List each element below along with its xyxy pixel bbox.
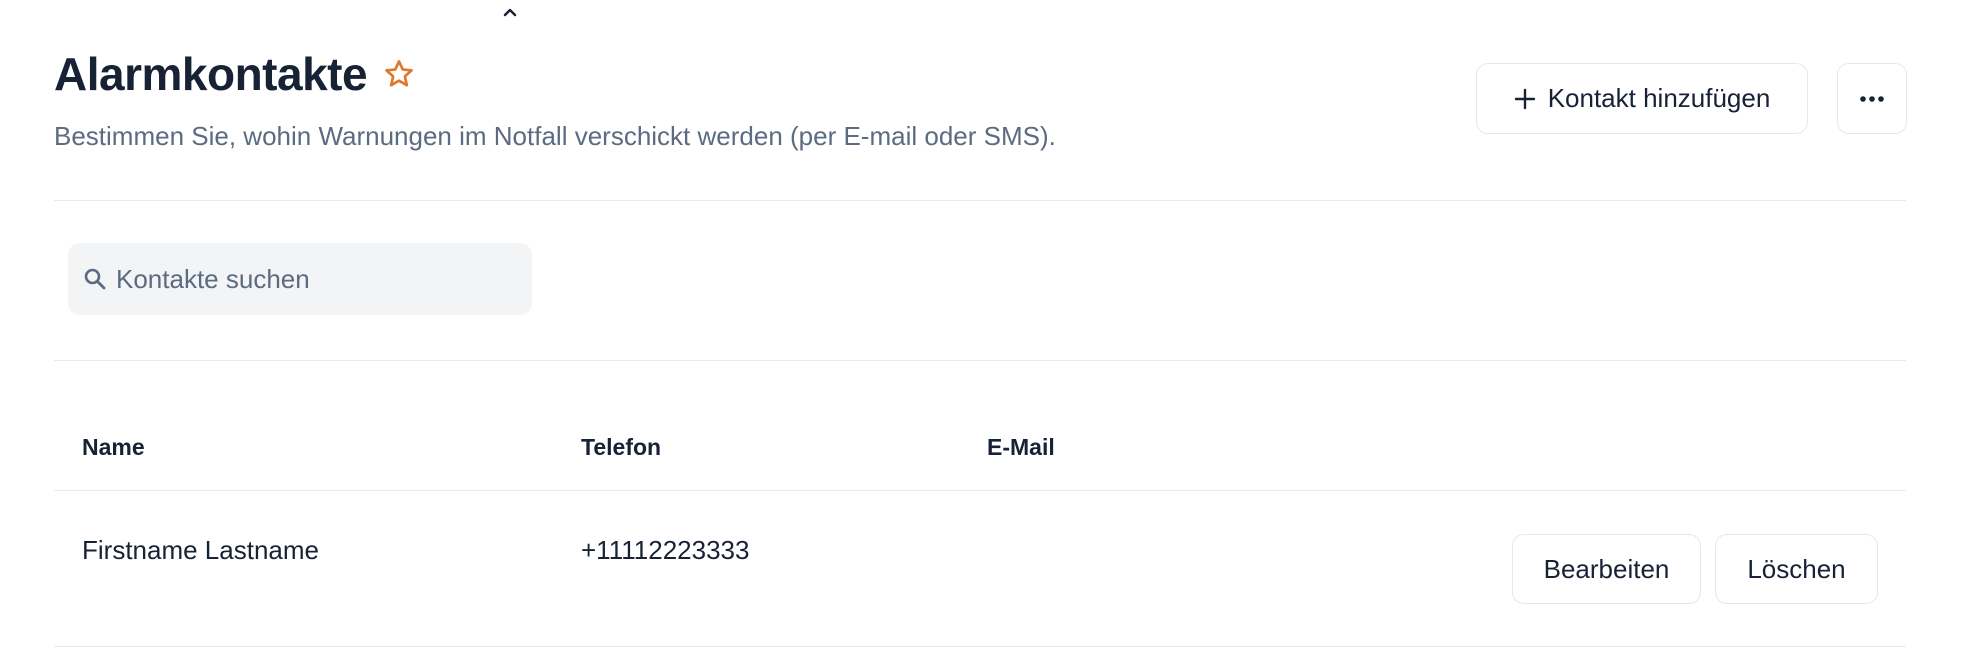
row-divider	[54, 646, 1906, 647]
contact-name: Firstname Lastname	[82, 535, 319, 565]
contact-phone: +11112223333	[581, 535, 750, 565]
search-icon	[84, 268, 106, 290]
table-header-divider	[54, 490, 1906, 491]
add-contact-label: Kontakt hinzufügen	[1547, 83, 1771, 113]
edit-button[interactable]: Bearbeiten	[1512, 534, 1701, 604]
chevron-up-icon[interactable]	[500, 2, 520, 22]
plus-icon	[1514, 88, 1535, 109]
column-header-phone: Telefon	[581, 434, 662, 460]
search-input[interactable]	[114, 262, 518, 296]
add-contact-button[interactable]: Kontakt hinzufügen	[1476, 63, 1808, 134]
search-divider	[54, 360, 1906, 361]
star-icon[interactable]	[383, 58, 415, 90]
page-title: Alarmkontakte	[54, 48, 368, 100]
header-divider	[54, 200, 1906, 201]
more-horizontal-icon	[1860, 95, 1884, 102]
page-subtitle: Bestimmen Sie, wohin Warnungen im Notfal…	[54, 121, 1056, 151]
search-box[interactable]	[68, 243, 532, 315]
more-options-button[interactable]	[1837, 63, 1907, 134]
column-header-email: E-Mail	[987, 434, 1055, 460]
column-header-name: Name	[82, 434, 145, 460]
delete-button[interactable]: Löschen	[1715, 534, 1878, 604]
title-row: Alarmkontakte	[54, 46, 415, 102]
